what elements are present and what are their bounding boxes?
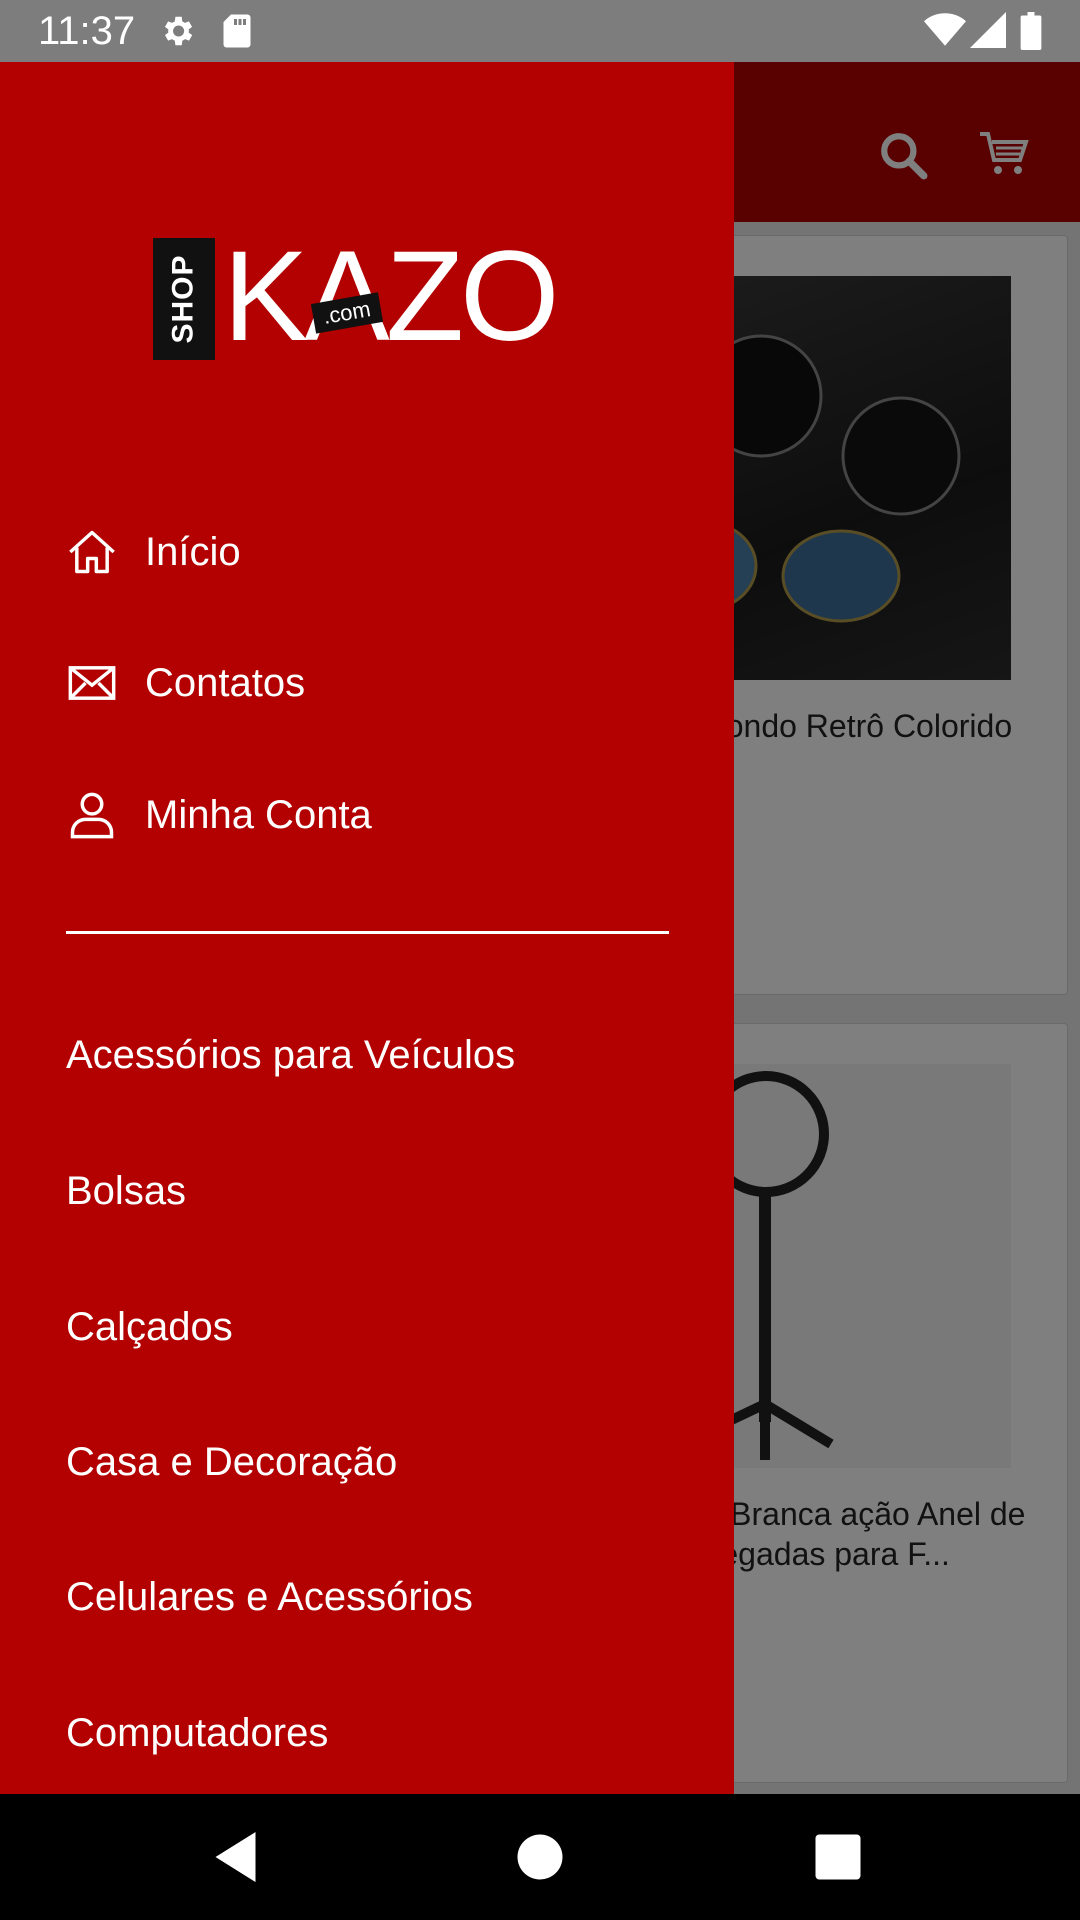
logo-shop-text: SHOP bbox=[167, 254, 200, 344]
mail-icon bbox=[68, 666, 116, 700]
wifi-icon bbox=[924, 12, 966, 53]
nav-item-label: Contatos bbox=[145, 660, 306, 705]
user-icon bbox=[70, 792, 114, 839]
recents-icon[interactable] bbox=[808, 1827, 868, 1887]
drawer-divider bbox=[66, 931, 669, 934]
category-item[interactable]: Calçados bbox=[66, 1292, 233, 1362]
battery-icon bbox=[1020, 12, 1042, 55]
nav-item-contatos[interactable]: Contatos bbox=[66, 648, 305, 718]
shopkazo-logo: SHOP KAZO .com bbox=[153, 232, 585, 368]
sd-card-icon bbox=[222, 12, 252, 55]
nav-item-label: Minha Conta bbox=[145, 792, 372, 837]
category-item[interactable]: Casa e Decoração bbox=[66, 1427, 397, 1497]
navigation-drawer: SHOP KAZO .com Início Contatos Minha Con… bbox=[0, 62, 734, 1794]
category-item[interactable]: Acessórios para Veículos bbox=[66, 1020, 515, 1090]
system-nav-bar bbox=[0, 1794, 1080, 1920]
signal-icon bbox=[970, 12, 1006, 53]
status-time: 11:37 bbox=[38, 9, 136, 53]
nav-item-label: Início bbox=[145, 529, 241, 574]
category-item[interactable]: Celulares e Acessórios bbox=[66, 1562, 473, 1632]
status-bar: 11:37 bbox=[0, 0, 1080, 62]
back-icon[interactable] bbox=[208, 1827, 268, 1887]
settings-icon bbox=[158, 12, 196, 55]
logo-kazo-text: KAZO bbox=[223, 225, 559, 368]
category-item[interactable]: Bolsas bbox=[66, 1156, 186, 1226]
home-icon bbox=[69, 530, 115, 574]
home-circle-icon[interactable] bbox=[510, 1827, 570, 1887]
nav-item-minha-conta[interactable]: Minha Conta bbox=[66, 780, 372, 850]
logo-shop-block: SHOP bbox=[153, 238, 215, 360]
nav-item-inicio[interactable]: Início bbox=[66, 517, 241, 587]
category-item[interactable]: Computadores bbox=[66, 1698, 328, 1768]
